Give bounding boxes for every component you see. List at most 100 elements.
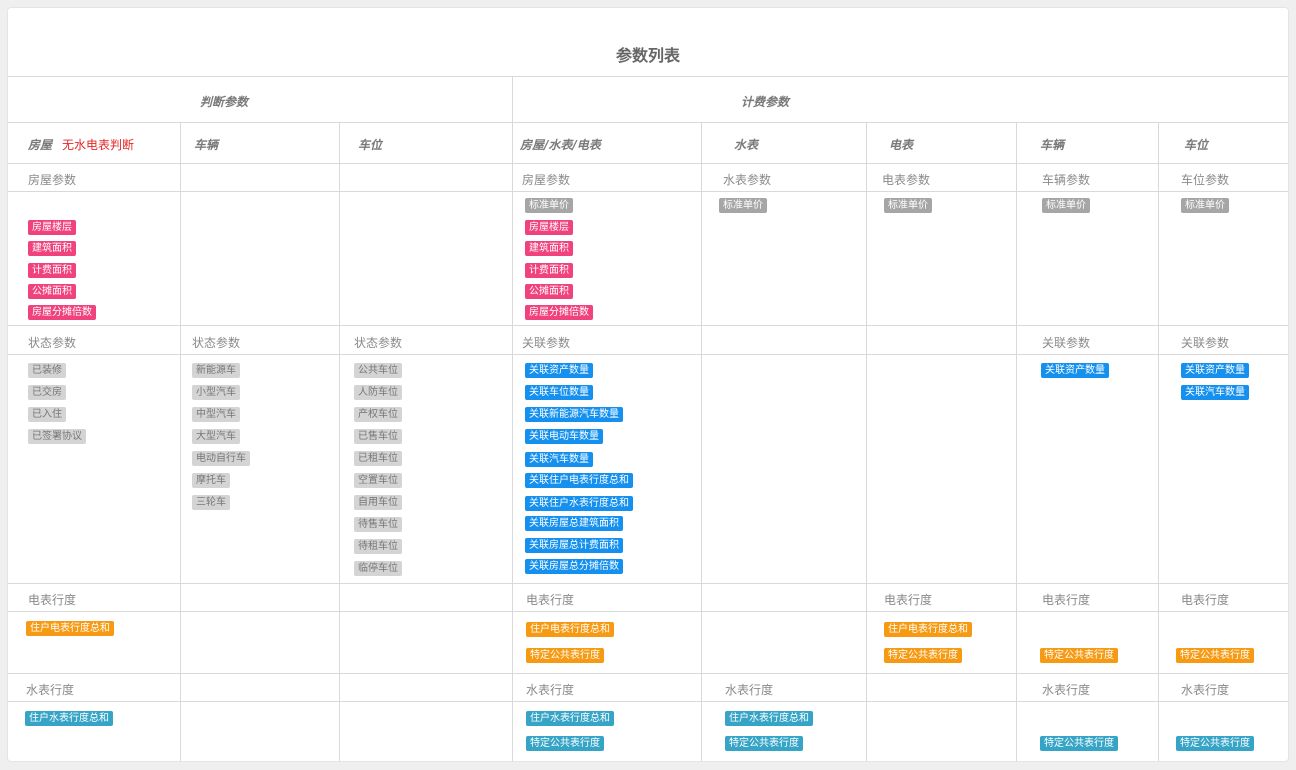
- divider: [8, 354, 1288, 355]
- column-header-billing-house: 房屋/水表/电表: [520, 138, 601, 152]
- section-label: 电表行度: [1042, 593, 1091, 607]
- column-header-vehicle: 车辆: [194, 138, 219, 152]
- divider: [512, 77, 513, 761]
- divider: [8, 163, 1288, 164]
- tag-parking-status: 空置车位: [354, 473, 402, 488]
- section-label: 电表行度: [1181, 593, 1230, 607]
- tag-std-price: 标准单价: [884, 198, 932, 213]
- tag-related: 关联房屋总计费面积: [525, 538, 623, 553]
- section-label: 关联参数: [1042, 336, 1091, 350]
- section-label: 车辆参数: [1042, 173, 1091, 187]
- tag-parking-status: 待租车位: [354, 539, 402, 554]
- tag-vehicle-status: 电动自行车: [192, 451, 250, 466]
- divider: [8, 673, 1288, 674]
- divider: [8, 122, 1288, 123]
- tag-vehicle-status: 摩托车: [192, 473, 230, 488]
- tag-parking-status: 已租车位: [354, 451, 402, 466]
- tag-related: 关联住户水表行度总和: [525, 496, 633, 511]
- column-header-parking: 车位: [358, 138, 383, 152]
- section-label: 状态参数: [28, 336, 77, 350]
- tag-house-field: 房屋分摊倍数: [525, 305, 593, 320]
- tag-house-field: 建筑面积: [525, 241, 573, 256]
- tag-house-status: 已交房: [28, 385, 66, 400]
- tag-parking-status: 人防车位: [354, 385, 402, 400]
- tag-house-status: 已签署协议: [28, 429, 86, 444]
- tag-parking-status: 已售车位: [354, 429, 402, 444]
- column-header-billing-water: 水表: [734, 138, 759, 152]
- section-label: 关联参数: [1181, 336, 1230, 350]
- tag-water-total: 住户水表行度总和: [25, 711, 113, 726]
- column-header-billing-vehicle: 车辆: [1040, 138, 1065, 152]
- tag-house-field: 公摊面积: [28, 284, 76, 299]
- group-header-judge: 判断参数: [200, 95, 249, 109]
- tag-public-meter: 特定公共表行度: [1040, 648, 1118, 663]
- tag-public-meter: 特定公共表行度: [1040, 736, 1118, 751]
- section-label: 电表行度: [884, 593, 933, 607]
- tag-house-field: 计费面积: [525, 263, 573, 278]
- tag-parking-status: 待售车位: [354, 517, 402, 532]
- section-label: 水表行度: [1181, 683, 1230, 697]
- tag-std-price: 标准单价: [525, 198, 573, 213]
- tag-parking-status: 产权车位: [354, 407, 402, 422]
- tag-public-meter: 特定公共表行度: [526, 648, 604, 663]
- tag-related: 关联房屋总建筑面积: [525, 516, 623, 531]
- section-label: 状态参数: [354, 336, 403, 350]
- tag-related: 关联房屋总分摊倍数: [525, 559, 623, 574]
- divider: [866, 123, 867, 761]
- tag-parking-status: 自用车位: [354, 495, 402, 510]
- tag-std-price: 标准单价: [1181, 198, 1229, 213]
- tag-parking-status: 临停车位: [354, 561, 402, 576]
- column-header-house-note: 无水电表判断: [62, 138, 135, 152]
- section-label: 水表行度: [26, 683, 75, 697]
- section-label: 水表行度: [1042, 683, 1091, 697]
- tag-related: 关联汽车数量: [525, 452, 593, 467]
- tag-related: 关联电动车数量: [525, 429, 603, 444]
- section-label: 关联参数: [522, 336, 571, 350]
- divider: [339, 123, 340, 761]
- tag-public-meter: 特定公共表行度: [725, 736, 803, 751]
- section-label: 房屋参数: [28, 173, 77, 187]
- tag-related: 关联资产数量: [525, 363, 593, 378]
- section-label: 电表参数: [882, 173, 931, 187]
- tag-vehicle-status: 新能源车: [192, 363, 240, 378]
- divider: [8, 191, 1288, 192]
- tag-house-field: 房屋楼层: [525, 220, 573, 235]
- divider: [8, 611, 1288, 612]
- tag-house-field: 房屋分摊倍数: [28, 305, 96, 320]
- tag-std-price: 标准单价: [1042, 198, 1090, 213]
- tag-house-field: 建筑面积: [28, 241, 76, 256]
- parameter-list-card: 参数列表 判断参数 计费参数 房屋 无水电表判断 车辆 车位 房屋/水表/电表 …: [7, 7, 1289, 762]
- divider: [8, 325, 1288, 326]
- tag-water-total: 住户水表行度总和: [526, 711, 614, 726]
- tag-house-field: 房屋楼层: [28, 220, 76, 235]
- tag-std-price: 标准单价: [719, 198, 767, 213]
- section-label: 状态参数: [192, 336, 241, 350]
- tag-house-field: 计费面积: [28, 263, 76, 278]
- column-header-billing-elec: 电表: [889, 138, 914, 152]
- tag-vehicle-status: 三轮车: [192, 495, 230, 510]
- tag-elec-total: 住户电表行度总和: [26, 621, 114, 636]
- tag-related: 关联住户电表行度总和: [525, 473, 633, 488]
- tag-public-meter: 特定公共表行度: [1176, 648, 1254, 663]
- tag-house-status: 已装修: [28, 363, 66, 378]
- tag-house-status: 已入住: [28, 407, 66, 422]
- divider: [8, 583, 1288, 584]
- section-label: 电表行度: [526, 593, 575, 607]
- tag-vehicle-status: 小型汽车: [192, 385, 240, 400]
- section-label: 水表行度: [526, 683, 575, 697]
- page-title: 参数列表: [615, 46, 680, 65]
- divider: [701, 123, 702, 761]
- tag-related: 关联新能源汽车数量: [525, 407, 623, 422]
- section-label: 水表参数: [723, 173, 772, 187]
- tag-house-field: 公摊面积: [525, 284, 573, 299]
- tag-elec-total: 住户电表行度总和: [526, 622, 614, 637]
- group-header-billing: 计费参数: [741, 95, 790, 109]
- tag-vehicle-status: 中型汽车: [192, 407, 240, 422]
- divider: [8, 76, 1288, 77]
- tag-vehicle-status: 大型汽车: [192, 429, 240, 444]
- tag-elec-total: 住户电表行度总和: [884, 622, 972, 637]
- section-label: 房屋参数: [522, 173, 571, 187]
- tag-public-meter: 特定公共表行度: [1176, 736, 1254, 751]
- section-label: 水表行度: [725, 683, 774, 697]
- section-label: 车位参数: [1181, 173, 1230, 187]
